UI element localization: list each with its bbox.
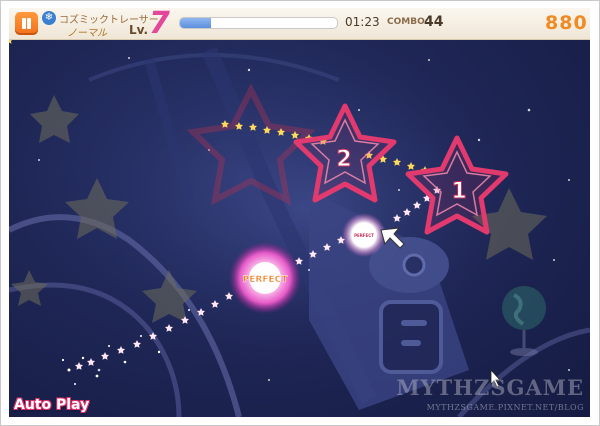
watermark-url: MYTHZSGAME.PIXNET.NET/BLOG xyxy=(426,403,584,412)
score: 880 xyxy=(545,12,588,34)
level-number: 7 xyxy=(149,8,170,41)
snowflake-icon: ❄ xyxy=(42,11,56,25)
hit-burst-small: PERFECT xyxy=(342,213,386,257)
pause-button[interactable] xyxy=(15,12,38,35)
game-viewport[interactable]: 2 1 PERFECT PERFECT ❄ コズミックトレーサー ノーマル Lv… xyxy=(9,8,590,417)
difficulty-label: ノーマル xyxy=(67,28,107,39)
combo-label: COMBO: xyxy=(387,17,429,27)
level-label: Lv. xyxy=(129,23,149,37)
watermark-title: MYTHZSGAME xyxy=(396,375,584,400)
elapsed-time: 01:23 xyxy=(345,15,380,29)
perfect-label: PERFECT xyxy=(243,275,289,285)
note-1-number: 1 xyxy=(451,179,466,204)
note-2-number: 2 xyxy=(336,147,351,172)
small-judgement-label: PERFECT xyxy=(354,233,374,238)
combo-count: 44 xyxy=(424,14,444,30)
globe-decoration xyxy=(502,286,546,356)
top-hud: ❄ コズミックトレーサー ノーマル Lv. 7 01:23 COMBO: 44 … xyxy=(9,8,590,41)
song-progress-fill xyxy=(180,18,212,28)
stage-scene: 2 1 PERFECT PERFECT xyxy=(9,40,590,417)
autoplay-button[interactable]: Auto Play xyxy=(14,397,89,413)
perfect-burst: PERFECT xyxy=(229,242,301,314)
screenshot-frame: 2 1 PERFECT PERFECT ❄ コズミックトレーサー ノーマル Lv… xyxy=(0,0,600,426)
song-progress-bar xyxy=(179,17,338,29)
